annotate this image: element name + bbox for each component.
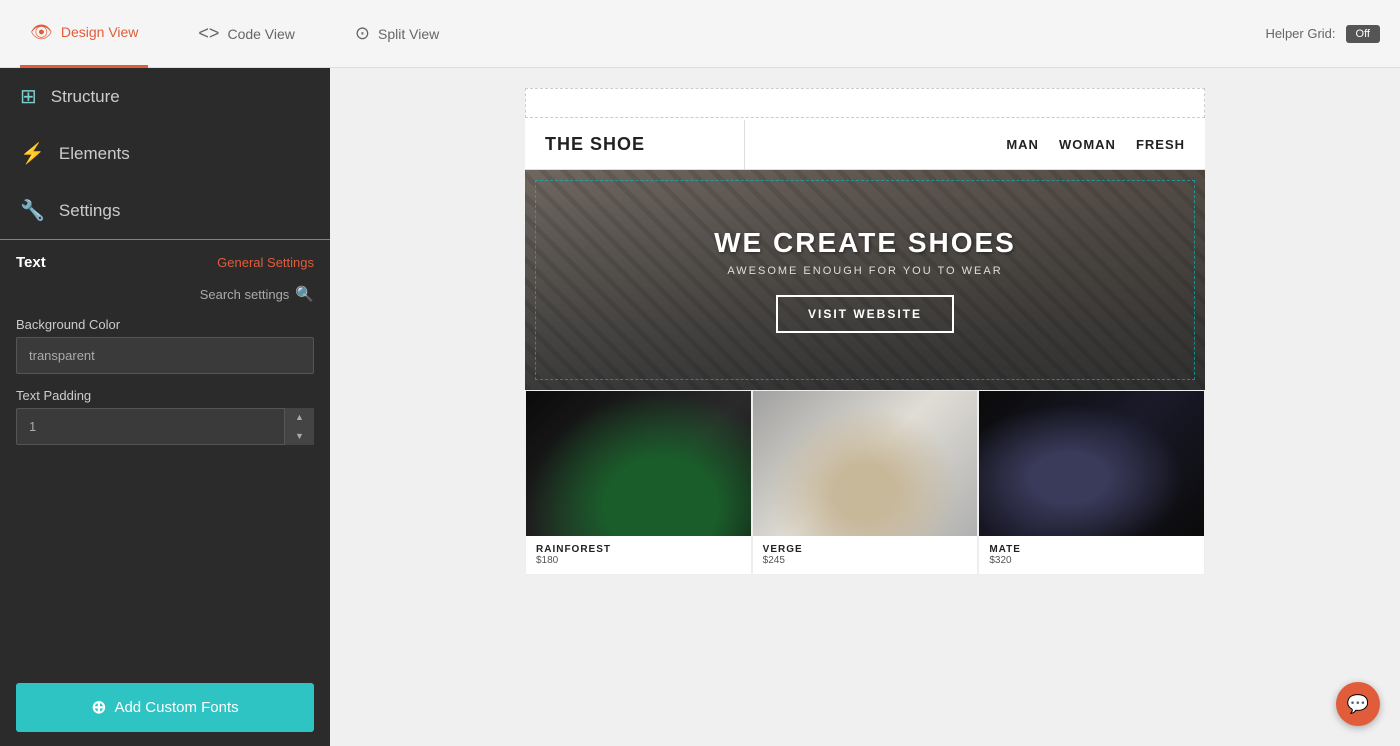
background-color-input[interactable] — [16, 337, 314, 374]
product-name-rainforest: RAINFOREST — [536, 544, 741, 555]
add-fonts-label: Add Custom Fonts — [114, 699, 238, 716]
settings-header: Text General Settings — [16, 254, 314, 271]
search-icon: 🔍 — [295, 285, 314, 303]
helper-grid-control: Helper Grid: Off — [1265, 25, 1380, 43]
verge-shoe-image — [753, 391, 978, 536]
product-name-mate: MATE — [989, 544, 1194, 555]
preview-inner: THE SHOE MAN WOMAN FRESH WE CREATE SHOES… — [525, 88, 1205, 575]
chat-icon: 💬 — [1347, 694, 1369, 715]
left-sidebar: ⊞ Structure ⚡ Elements 🔧 Settings Text G… — [0, 68, 330, 746]
top-bar: 👁 Design View <> Code View ⊙ Split View … — [0, 0, 1400, 68]
preview-area: THE SHOE MAN WOMAN FRESH WE CREATE SHOES… — [330, 68, 1400, 746]
product-card-rainforest: RAINFOREST $180 — [525, 390, 752, 575]
nav-item-woman[interactable]: WOMAN — [1059, 137, 1116, 152]
products-grid: RAINFOREST $180 VERGE $245 — [525, 390, 1205, 575]
sidebar-item-elements[interactable]: ⚡ Elements — [0, 125, 330, 182]
tab-code-view[interactable]: <> Code View — [188, 0, 304, 68]
hero-content: WE CREATE SHOES AWESOME ENOUGH FOR YOU T… — [525, 170, 1205, 390]
hero-title: WE CREATE SHOES — [714, 227, 1016, 259]
design-view-label: Design View — [61, 24, 139, 40]
search-settings-label: Search settings — [200, 287, 290, 302]
tab-split-view[interactable]: ⊙ Split View — [345, 0, 449, 68]
spinner-up-button[interactable]: ▲ — [285, 408, 314, 427]
dotted-top-border — [525, 88, 1205, 118]
settings-panel: Text General Settings Search settings 🔍 … — [0, 240, 330, 746]
general-settings-link[interactable]: General Settings — [217, 255, 314, 270]
text-padding-label: Text Padding — [16, 388, 314, 403]
split-view-label: Split View — [378, 26, 439, 42]
code-view-icon: <> — [198, 23, 219, 44]
hero-banner: WE CREATE SHOES AWESOME ENOUGH FOR YOU T… — [525, 170, 1205, 390]
product-info-rainforest: RAINFOREST $180 — [526, 536, 751, 574]
elements-icon: ⚡ — [20, 141, 45, 166]
text-padding-spinner: ▲ ▼ — [16, 408, 314, 445]
sidebar-item-label-elements: Elements — [59, 144, 130, 164]
nav-item-fresh[interactable]: FRESH — [1136, 137, 1185, 152]
mate-shoe-image — [979, 391, 1204, 536]
settings-panel-title: Text — [16, 254, 46, 271]
hero-cta-button[interactable]: VISIT WEBSITE — [776, 295, 954, 333]
sidebar-item-label-settings: Settings — [59, 201, 120, 221]
product-image-verge — [753, 391, 978, 536]
tab-design-view[interactable]: 👁 Design View — [20, 0, 148, 68]
product-image-mate — [979, 391, 1204, 536]
spinner-down-button[interactable]: ▼ — [285, 427, 314, 446]
design-view-icon: 👁 — [30, 22, 53, 43]
site-header: THE SHOE MAN WOMAN FRESH — [525, 120, 1205, 170]
sidebar-item-structure[interactable]: ⊞ Structure — [0, 68, 330, 125]
hero-subtitle: AWESOME ENOUGH FOR YOU TO WEAR — [727, 265, 1002, 277]
code-view-label: Code View — [227, 26, 294, 42]
add-custom-fonts-button[interactable]: ⊕ Add Custom Fonts — [16, 683, 314, 732]
sidebar-item-settings[interactable]: 🔧 Settings — [0, 182, 330, 239]
plus-icon: ⊕ — [91, 697, 106, 718]
helper-grid-toggle[interactable]: Off — [1346, 25, 1380, 43]
text-padding-field: Text Padding ▲ ▼ — [16, 388, 314, 445]
structure-icon: ⊞ — [20, 84, 37, 109]
settings-icon: 🔧 — [20, 198, 45, 223]
helper-grid-label: Helper Grid: — [1265, 26, 1335, 41]
sidebar-item-label-structure: Structure — [51, 87, 120, 107]
background-color-label: Background Color — [16, 317, 314, 332]
product-price-verge: $245 — [763, 555, 968, 566]
text-padding-input[interactable] — [16, 408, 314, 445]
spinner-buttons: ▲ ▼ — [284, 408, 314, 445]
search-settings-row[interactable]: Search settings 🔍 — [16, 285, 314, 303]
sidebar-nav: ⊞ Structure ⚡ Elements 🔧 Settings — [0, 68, 330, 240]
main-layout: ⊞ Structure ⚡ Elements 🔧 Settings Text G… — [0, 68, 1400, 746]
product-image-rainforest — [526, 391, 751, 536]
site-nav: MAN WOMAN FRESH — [745, 137, 1205, 152]
product-name-verge: VERGE — [763, 544, 968, 555]
product-card-verge: VERGE $245 — [752, 390, 979, 575]
site-logo: THE SHOE — [525, 120, 745, 169]
split-view-icon: ⊙ — [355, 23, 370, 44]
chat-button[interactable]: 💬 — [1336, 682, 1380, 726]
helper-grid-value: Off — [1356, 28, 1370, 40]
background-color-field: Background Color — [16, 317, 314, 374]
product-card-mate: MATE $320 — [978, 390, 1205, 575]
product-info-mate: MATE $320 — [979, 536, 1204, 574]
product-price-mate: $320 — [989, 555, 1194, 566]
product-info-verge: VERGE $245 — [753, 536, 978, 574]
product-price-rainforest: $180 — [536, 555, 741, 566]
nav-item-man[interactable]: MAN — [1006, 137, 1039, 152]
rainforest-shoe-image — [526, 391, 751, 536]
